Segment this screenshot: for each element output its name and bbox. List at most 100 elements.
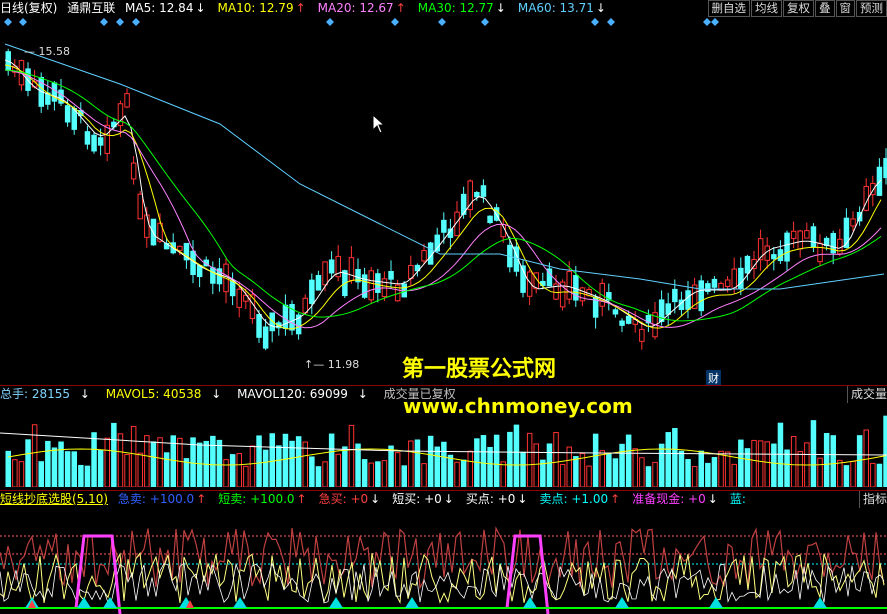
volume-bar [830,435,836,487]
candle [850,218,856,227]
ma-legend-item: MA20: 12.67 ↑ [317,1,406,15]
volume-bar [335,453,341,487]
candle [25,68,31,91]
volume-bar [771,443,777,487]
toolbar-button[interactable]: 删自选 [707,0,750,17]
candle [97,137,104,146]
candle [229,280,236,297]
volume-bar [375,461,381,487]
volume-bar [355,443,361,487]
candle [797,230,803,250]
volume-bar [401,465,407,487]
moving-average-line [4,43,885,290]
volume-bar [144,435,150,487]
high-price-label: — 15.58 [24,45,70,58]
indicator-legend-item: 短买: +0 ↓ [392,492,454,506]
indicator-name[interactable]: 短线抄底选股(5,10) [0,492,108,506]
indicator-header: 短线抄底选股(5,10) 急卖: +100.0 ↑ 短卖: +100.0 ↑ 急买: +… [0,491,887,508]
volume-bar [282,433,289,487]
volume-bar [51,447,58,487]
volume-bar [78,464,84,487]
candle [177,245,183,251]
chart-header: 日线(复权) 通鼎互联 MA5: 12.84 ↓ MA10: 12.79 ↑ MA20:… [0,0,887,17]
toolbar-button[interactable]: 叠 [815,0,835,17]
toolbar-button[interactable]: 均线 [751,0,782,17]
volume-bar [856,435,863,487]
indicator-legend-item: 蓝: [729,492,746,506]
volume-bar [229,454,236,487]
volume-header: 总手: 28155 ↓ MAVOL5: 40538 ↓ MAVOL120: 69… [0,386,887,403]
volume-bar [157,437,163,487]
candle [388,271,394,280]
toolbar-button[interactable]: 窗 [835,0,855,17]
volume-bar [797,451,803,487]
volume-bar [533,443,539,487]
indicator-tab[interactable]: 指标 [858,491,887,508]
volume-bar [71,451,77,487]
candle [256,314,262,338]
candle [302,297,308,314]
ma-legend: MA5: 12.84 ↓ MA10: 12.79 ↑ MA20: 12.67 ↑ MA30:… [125,1,618,15]
volume-bar [434,446,440,487]
candle [566,271,572,300]
volume-bar [414,439,421,487]
volume-bar [295,436,302,487]
candle [368,270,374,301]
volume-bar [698,450,704,487]
price-chart[interactable] [0,24,887,394]
toolbar-button[interactable]: 复权 [783,0,814,17]
cai-badge[interactable]: 财 [706,370,721,386]
candle [724,279,731,287]
volume-bar [18,461,25,487]
volume-tab[interactable]: 成交量 [846,386,887,403]
volume-bar [196,442,203,487]
volume-bar [111,422,117,487]
volume-bar [823,433,830,487]
mavol120: MAVOL120: 69099 ↓ [237,387,368,401]
volume-bar [777,422,784,487]
volume-bar [124,453,130,487]
buy-triangle-icon [233,597,247,608]
ma-legend-item: MA30: 12.77 ↓ [417,1,506,15]
volume-bar [586,465,592,487]
candle [804,230,810,239]
candle [309,279,315,304]
candle [84,131,91,145]
volume-bar [276,445,282,487]
candle [467,180,473,211]
volume-bar [553,432,559,487]
volume-bar [817,457,823,487]
volume-bar [870,462,876,487]
period-label[interactable]: 日线(复权) [0,1,57,15]
toolbar-button[interactable]: 预测 [856,0,887,17]
volume-bar [837,459,843,487]
candle [744,255,751,274]
candle [104,124,110,154]
volume-bar [599,450,605,487]
indicator-legend-item: 急卖: +100.0 ↑ [117,492,207,506]
volume-bar [348,424,355,487]
volume-bar [394,452,401,487]
volume-bar [163,452,170,487]
volume-bar [84,465,91,487]
volume-bar [672,428,678,487]
indicator-chart[interactable] [0,508,887,614]
volume-bar [381,460,388,487]
buy-triangle-icon [813,597,827,608]
candle [672,288,678,303]
volume-bar [480,435,487,487]
buy-triangle-icon [77,597,91,608]
candle [810,226,817,248]
volume-bar [612,458,619,487]
stock-name: 通鼎互联 [67,1,116,15]
volume-bar [520,451,526,487]
volume-chart[interactable] [0,403,887,487]
candle [738,267,744,290]
volume-bar [421,463,427,487]
volume-total: 总手: 28155 ↓ [0,387,90,401]
candle [315,275,322,291]
candle [375,273,381,293]
volume-bar [685,459,691,487]
volume-bar [665,432,671,487]
volume-bar [619,443,625,487]
